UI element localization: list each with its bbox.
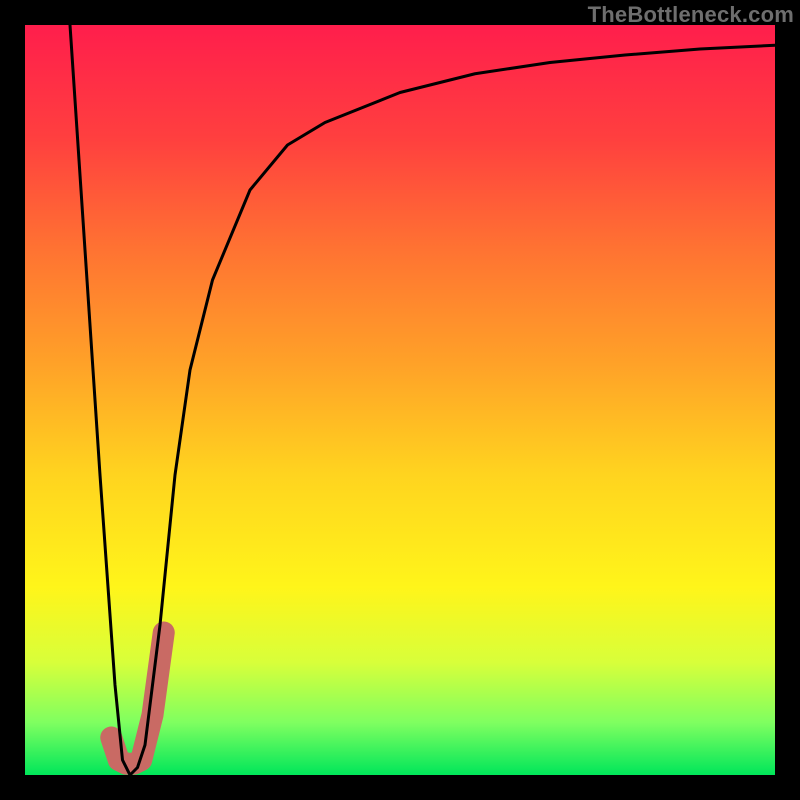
chart-svg: [25, 25, 775, 775]
chart-plot-area: [25, 25, 775, 775]
bottleneck-curve: [70, 25, 775, 775]
chart-frame: TheBottleneck.com: [0, 0, 800, 800]
